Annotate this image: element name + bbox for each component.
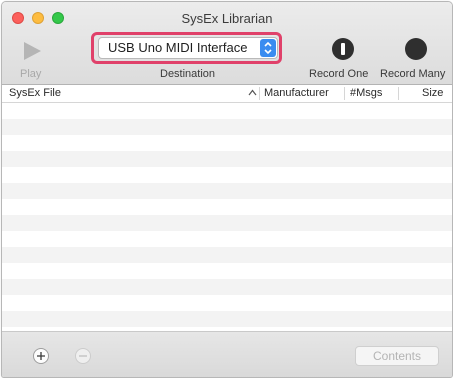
play-icon — [24, 42, 41, 60]
play-label: Play — [20, 68, 42, 80]
bottom-bar: Contents — [2, 331, 452, 377]
destination-popup[interactable]: USB Uno MIDI Interface — [98, 37, 278, 59]
table-row — [2, 199, 452, 215]
record-one-label: Record One — [309, 68, 369, 80]
table-row — [2, 247, 452, 263]
table-row — [2, 151, 452, 167]
table-row — [2, 119, 452, 135]
record-many-button[interactable] — [405, 38, 427, 60]
column-manufacturer[interactable]: Manufacturer — [264, 87, 329, 99]
column-msgs[interactable]: #Msgs — [350, 87, 382, 99]
remove-file-button[interactable] — [75, 348, 91, 364]
column-size[interactable]: Size — [422, 87, 443, 99]
app-window: SysEx Librarian Play USB Uno MIDI Interf… — [1, 1, 453, 378]
plus-icon — [37, 352, 45, 360]
window-title: SysEx Librarian — [181, 11, 273, 26]
play-button[interactable] — [20, 39, 44, 63]
column-divider[interactable] — [344, 87, 345, 100]
destination-label: Destination — [160, 68, 216, 80]
table-row — [2, 279, 452, 295]
sysex-file-list[interactable] — [2, 103, 452, 331]
minus-icon — [79, 355, 87, 357]
table-row — [2, 103, 452, 119]
add-file-button[interactable] — [33, 348, 49, 364]
column-divider[interactable] — [398, 87, 399, 100]
table-row — [2, 135, 452, 151]
contents-button[interactable]: Contents — [355, 346, 439, 366]
table-row — [2, 231, 452, 247]
toolbar: SysEx Librarian Play USB Uno MIDI Interf… — [2, 2, 452, 85]
table-row — [2, 295, 452, 311]
table-row — [2, 183, 452, 199]
destination-value: USB Uno MIDI Interface — [108, 40, 248, 55]
table-header: SysEx File Manufacturer #Msgs Size — [2, 85, 452, 103]
table-row — [2, 167, 452, 183]
table-row — [2, 215, 452, 231]
column-divider[interactable] — [259, 87, 260, 100]
table-row — [2, 263, 452, 279]
record-one-icon — [341, 43, 345, 55]
sort-ascending-icon — [248, 89, 257, 96]
record-many-label: Record Many — [380, 68, 446, 80]
updown-chevron-icon — [260, 39, 276, 57]
column-sysex-file[interactable]: SysEx File — [9, 87, 61, 99]
record-one-button[interactable] — [332, 38, 354, 60]
table-row — [2, 311, 452, 327]
